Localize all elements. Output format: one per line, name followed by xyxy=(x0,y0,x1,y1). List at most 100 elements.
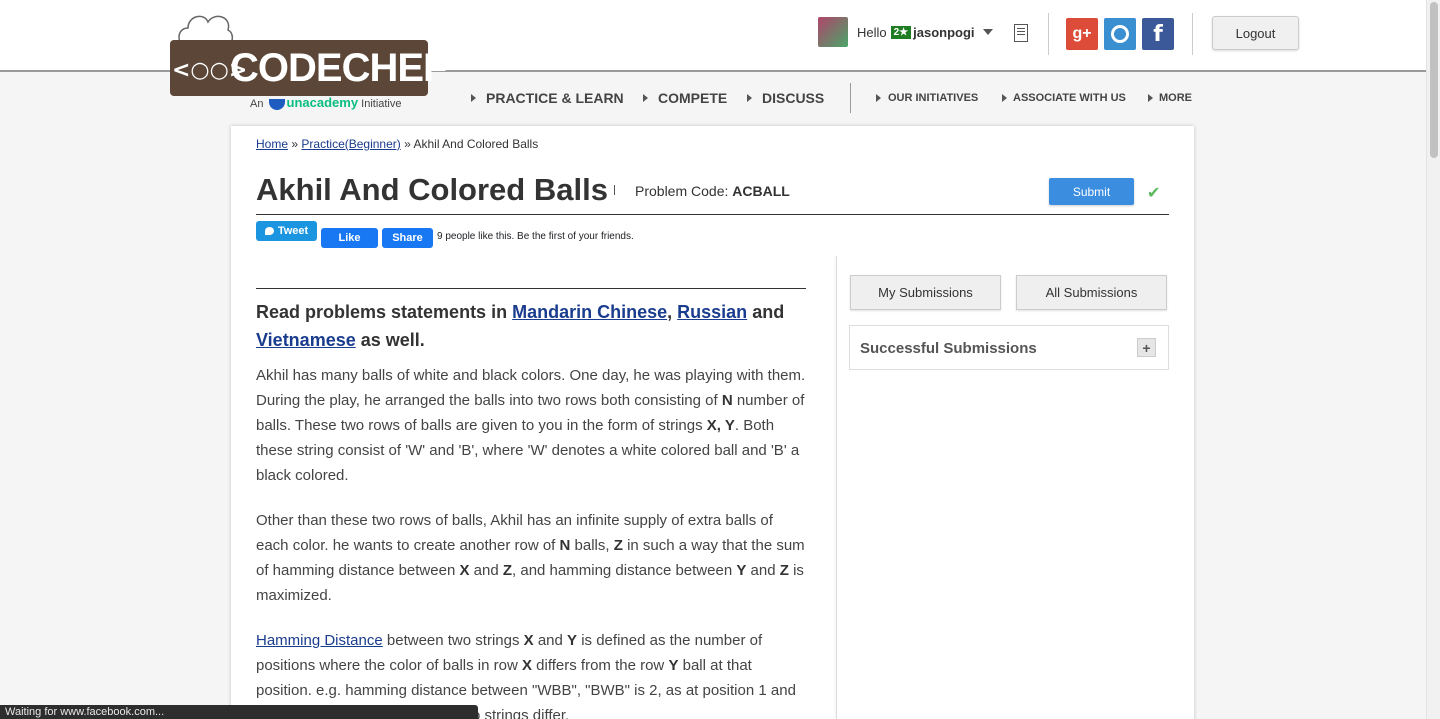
problem-code-label: Problem Code: xyxy=(635,183,729,199)
bold-var: N xyxy=(559,537,571,554)
nav-more[interactable]: MORE xyxy=(1148,92,1192,104)
title-rule xyxy=(256,214,1169,215)
nav-compete-label: COMPETE xyxy=(658,90,728,106)
nav-our-initiatives[interactable]: OUR INITIATIVES xyxy=(876,92,978,104)
translation-notice: Read problems statements in Mandarin Chi… xyxy=(256,298,806,354)
successful-submissions-panel[interactable]: Successful Submissions + xyxy=(849,325,1169,370)
bold-var: X xyxy=(459,562,470,579)
page-scrollbar[interactable] xyxy=(1426,0,1440,719)
nav-practice[interactable]: PRACTICE & LEARN xyxy=(471,90,624,106)
nav-divider xyxy=(850,83,851,113)
expand-plus-icon[interactable]: + xyxy=(1137,338,1156,357)
notice-suffix: as well. xyxy=(360,330,425,350)
bold-var: Z xyxy=(613,537,623,554)
notice-and: and xyxy=(752,302,785,322)
text: and xyxy=(537,632,563,649)
text: between two strings xyxy=(386,632,520,649)
page-title: Akhil And Colored Balls xyxy=(256,172,608,207)
triangle-right-icon xyxy=(643,94,648,102)
triangle-right-icon xyxy=(1148,94,1153,102)
notice-comma: , xyxy=(667,302,673,322)
avatar[interactable] xyxy=(818,17,848,47)
facebook-icon[interactable]: f xyxy=(1142,18,1174,50)
document-icon[interactable] xyxy=(1014,24,1028,42)
facebook-like-button[interactable]: Like xyxy=(321,228,378,248)
text: and xyxy=(473,562,499,579)
problem-code: Problem Code: ACBALL xyxy=(635,183,790,199)
bold-var: X xyxy=(523,632,534,649)
nav-discuss-label: DISCUSS xyxy=(762,90,825,106)
bold-var: Y xyxy=(736,562,747,579)
codechef-logo[interactable]: <○○> CODECHEF An unacademy Initiative xyxy=(170,6,447,114)
bold-var: X, Y xyxy=(706,417,735,434)
link-hamming-distance[interactable]: Hamming Distance xyxy=(256,632,383,649)
google-plus-icon[interactable]: g+ xyxy=(1066,18,1098,50)
breadcrumb-current: Akhil And Colored Balls xyxy=(413,137,539,151)
text: balls, xyxy=(574,537,610,554)
all-submissions-button[interactable]: All Submissions xyxy=(1016,275,1167,310)
statement-rule xyxy=(256,288,806,289)
nav-compete[interactable]: COMPETE xyxy=(643,90,727,106)
hello-text: Hello xyxy=(857,24,887,40)
problem-card: Home » Practice(Beginner) » Akhil And Co… xyxy=(231,126,1194,719)
statement-paragraph-2: Other than these two rows of balls, Akhi… xyxy=(256,508,806,608)
notice-text: Read problems statements in xyxy=(256,302,508,322)
breadcrumb-separator: » xyxy=(291,137,299,151)
nav-more-label: MORE xyxy=(1159,92,1192,104)
triangle-right-icon xyxy=(1002,94,1007,102)
like-label: Like xyxy=(338,232,361,244)
logo-text: CODECHEF xyxy=(230,46,447,90)
tagline-suffix: Initiative xyxy=(361,98,402,110)
unacademy-icon xyxy=(268,98,285,110)
bold-var: Z xyxy=(779,562,789,579)
scrollbar-thumb[interactable] xyxy=(1430,2,1438,158)
bold-var: Z xyxy=(502,562,513,579)
tagline-brand: unacademy xyxy=(286,95,359,110)
breadcrumb-section[interactable]: Practice(Beginner) xyxy=(301,137,400,151)
nav-discuss[interactable]: DISCUSS xyxy=(747,90,824,106)
breadcrumb: Home » Practice(Beginner) » Akhil And Co… xyxy=(256,137,538,151)
statement-paragraph-1: Akhil has many balls of white and black … xyxy=(256,363,806,488)
breadcrumb-home[interactable]: Home xyxy=(256,137,288,151)
problem-statement: Read problems statements in Mandarin Chi… xyxy=(256,298,806,719)
like-count-text: 9 people like this. Be the first of your… xyxy=(437,231,634,242)
user-greeting[interactable]: Hello 2★ jasonpogi xyxy=(857,25,993,40)
nav-our-initiatives-label: OUR INITIATIVES xyxy=(888,92,979,104)
user-menu[interactable]: Hello 2★ jasonpogi xyxy=(818,17,993,47)
problem-code-value: ACBALL xyxy=(732,183,790,199)
browser-status-bar: Waiting for www.facebook.com... xyxy=(0,705,478,719)
logout-button[interactable]: Logout xyxy=(1212,16,1299,50)
triangle-right-icon xyxy=(471,94,476,102)
bold-var: N xyxy=(721,392,733,409)
tagline-prefix: An xyxy=(250,98,264,110)
bold-var: X xyxy=(521,657,532,674)
github-icon[interactable] xyxy=(1104,18,1136,50)
tweet-label: Tweet xyxy=(277,225,309,237)
chevron-down-icon[interactable] xyxy=(982,29,993,35)
nav-associate-label: ASSOCIATE WITH US xyxy=(1013,92,1126,104)
facebook-share-button[interactable]: Share xyxy=(382,228,433,248)
nav-associate[interactable]: ASSOCIATE WITH US xyxy=(1002,92,1126,104)
triangle-right-icon xyxy=(747,94,752,102)
breadcrumb-separator: » xyxy=(404,137,411,151)
username[interactable]: jasonpogi xyxy=(913,25,974,40)
tweet-button[interactable]: Tweet xyxy=(256,221,317,241)
rating-badge: 2★ xyxy=(890,25,912,39)
text: and xyxy=(750,562,776,579)
header-divider xyxy=(1192,13,1193,55)
bold-var: Y xyxy=(567,632,578,649)
link-russian[interactable]: Russian xyxy=(677,302,747,322)
column-divider xyxy=(836,256,837,719)
bold-var: Y xyxy=(668,657,679,674)
link-mandarin[interactable]: Mandarin Chinese xyxy=(512,302,667,322)
link-vietnamese[interactable]: Vietnamese xyxy=(256,330,356,350)
submit-button[interactable]: Submit xyxy=(1049,178,1134,205)
text: differs from the row xyxy=(536,657,665,674)
twitter-bird-icon xyxy=(264,227,274,235)
my-submissions-button[interactable]: My Submissions xyxy=(850,275,1001,310)
text: , and hamming distance between xyxy=(512,562,733,579)
triangle-right-icon xyxy=(876,94,881,102)
header-divider xyxy=(1048,13,1049,55)
nav-practice-label: PRACTICE & LEARN xyxy=(486,90,624,106)
tagline: An unacademy Initiative xyxy=(250,95,402,110)
